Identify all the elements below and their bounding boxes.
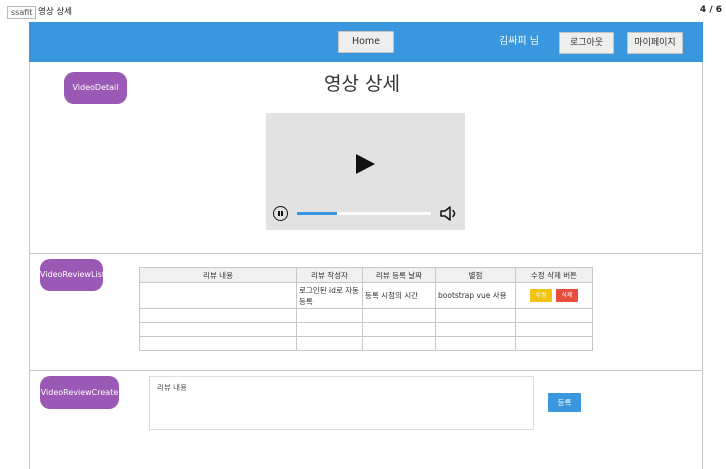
- table-row: [139, 308, 593, 323]
- slide-topbar: ssafit 영상 상세 4 / 6: [0, 0, 726, 22]
- review-content-cell: [139, 282, 297, 309]
- logout-button[interactable]: 로그아웃: [559, 32, 614, 54]
- user-greeting: 김싸피 님: [499, 36, 539, 47]
- section-divider: [29, 253, 703, 254]
- mypage-button[interactable]: 마이페이지: [627, 32, 683, 54]
- slide-title: 영상 상세: [38, 7, 72, 17]
- video-detail-label: VideoDetail: [64, 72, 127, 104]
- table-row: [139, 322, 593, 337]
- review-actions-cell: 수정 삭제: [515, 282, 593, 309]
- table-row: [139, 336, 593, 351]
- play-icon[interactable]: [356, 154, 375, 174]
- column-header: 별점: [435, 267, 516, 283]
- section-divider: [29, 370, 703, 371]
- progress-fill: [297, 212, 338, 215]
- volume-icon[interactable]: [439, 205, 459, 222]
- progress-track[interactable]: [297, 212, 431, 215]
- project-tag: ssafit: [7, 6, 37, 19]
- column-header: 리뷰 내용: [139, 267, 297, 283]
- page-number: 4 / 6: [699, 5, 722, 15]
- edit-button[interactable]: 수정: [530, 289, 552, 302]
- home-button[interactable]: Home: [338, 31, 394, 53]
- submit-review-button[interactable]: 등록: [548, 393, 581, 412]
- page-title: 영상 상세: [324, 73, 400, 95]
- pause-icon[interactable]: [273, 206, 288, 221]
- video-player[interactable]: [266, 113, 465, 230]
- table-row: 로그인된 id로 자동 등록 등록 시점의 시간 bootstrap vue 사…: [139, 282, 593, 309]
- delete-button[interactable]: 삭제: [556, 289, 578, 302]
- column-header: 리뷰 작성자: [296, 267, 363, 283]
- review-rating-cell: bootstrap vue 사용: [435, 282, 516, 309]
- video-review-create-label: VideoReviewCreate: [40, 376, 119, 409]
- review-input[interactable]: 리뷰 내용: [149, 376, 534, 430]
- column-header: 리뷰 등록 날짜: [362, 267, 436, 283]
- review-input-placeholder: 리뷰 내용: [157, 383, 187, 392]
- review-date-cell: 등록 시점의 시간: [362, 282, 436, 309]
- video-review-list-label: VideoReviewList: [40, 259, 105, 291]
- review-table: 리뷰 내용 리뷰 작성자 리뷰 등록 날짜 별점 수정 삭제 버튼 로그인된 i…: [139, 267, 593, 351]
- column-header: 수정 삭제 버튼: [515, 267, 593, 283]
- review-author-cell: 로그인된 id로 자동 등록: [296, 282, 363, 309]
- table-header-row: 리뷰 내용 리뷰 작성자 리뷰 등록 날짜 별점 수정 삭제 버튼: [139, 267, 593, 283]
